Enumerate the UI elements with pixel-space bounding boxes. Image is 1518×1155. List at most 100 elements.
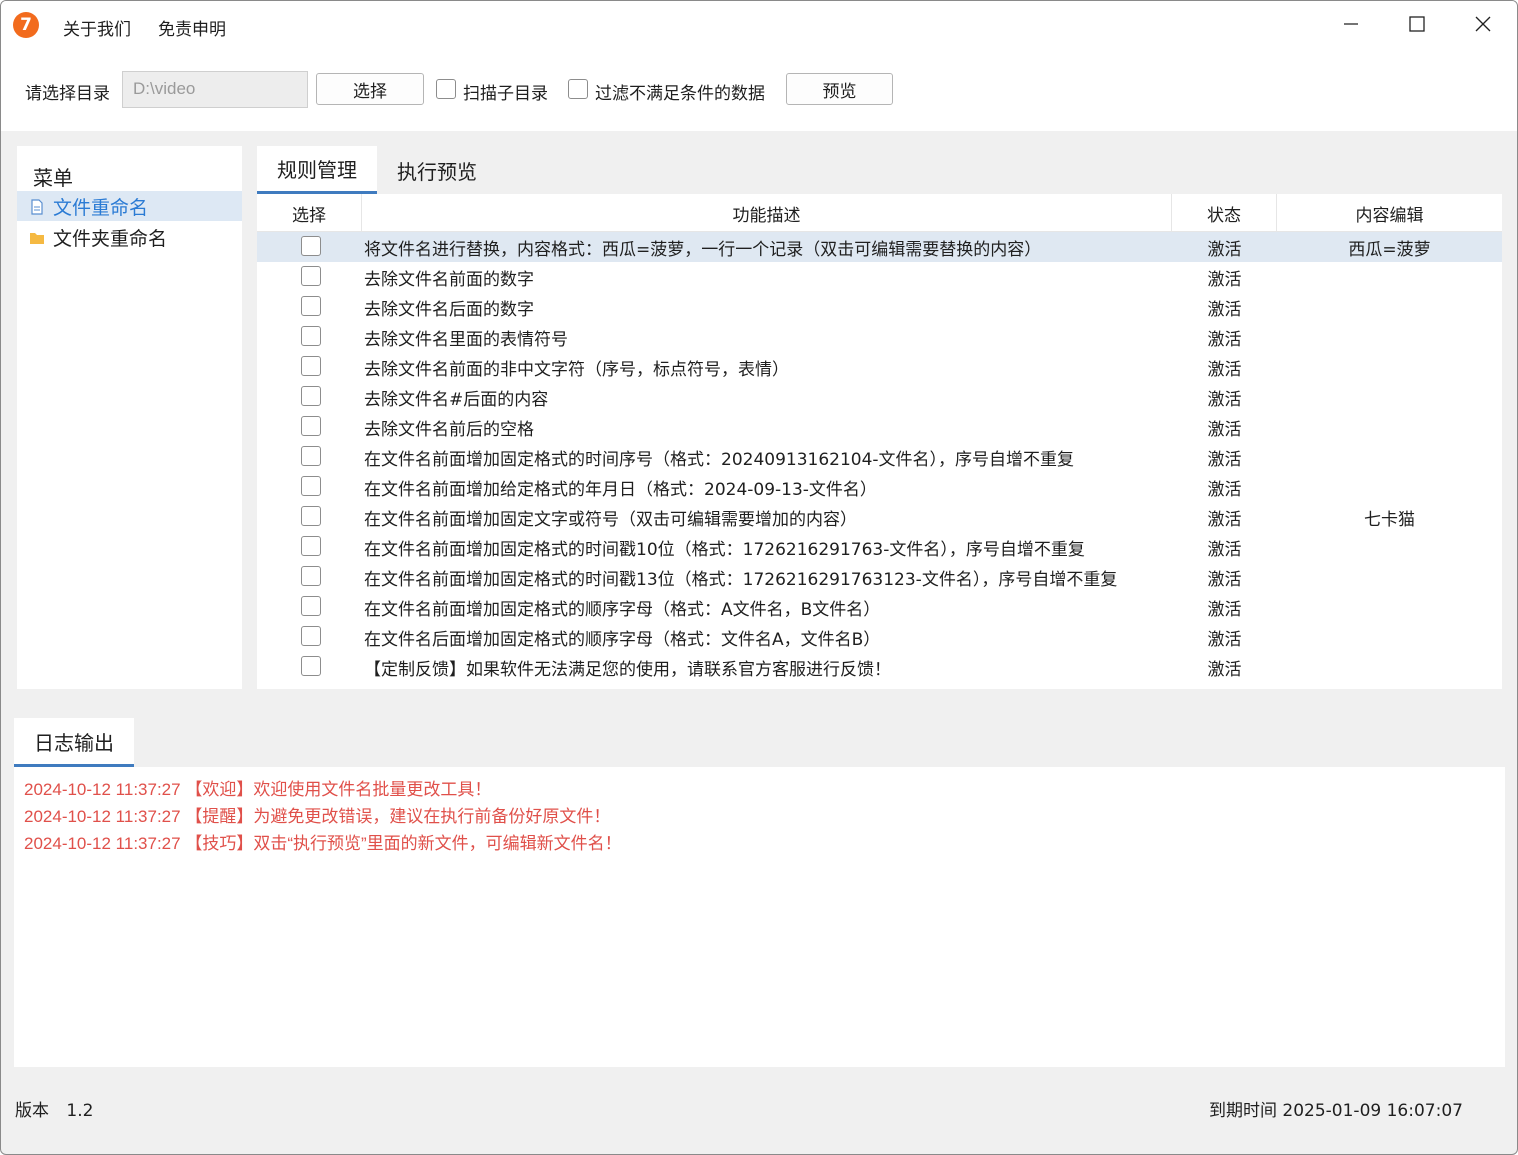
row-select-checkbox[interactable] [301,356,321,376]
row-description: 在文件名前面增加固定文字或符号（双击可编辑需要增加的内容） [364,509,857,530]
row-description: 在文件名前面增加固定格式的时间戳10位（格式：1726216291763-文件名… [364,539,1085,560]
sidebar-title: 菜单 [33,166,73,190]
title-bar: 7 关于我们 免责申明 [1,1,1517,49]
maximize-button[interactable] [1384,1,1450,47]
table-header: 选择 功能描述 状态 内容编辑 [257,194,1502,232]
menu-disclaimer[interactable]: 免责申明 [158,15,226,40]
row-content-edit[interactable] [1277,292,1502,322]
table-row[interactable]: 在文件名前面增加固定格式的时间序号（格式：20240913162104-文件名）… [257,442,1502,472]
tab-log-output[interactable]: 日志输出 [14,718,134,767]
row-select-checkbox[interactable] [301,566,321,586]
row-content-edit[interactable] [1277,352,1502,382]
table-row[interactable]: 在文件名前面增加给定格式的年月日（格式：2024-09-13-文件名） 激活 [257,472,1502,502]
row-status: 激活 [1207,359,1242,380]
row-select-checkbox[interactable] [301,236,321,256]
column-header-status: 状态 [1172,194,1277,232]
row-description: 去除文件名后面的数字 [364,299,534,320]
row-content-edit[interactable] [1277,652,1502,682]
row-content-edit[interactable] [1277,442,1502,472]
row-content-edit[interactable] [1277,262,1502,292]
log-output-area: 2024-10-12 11:37:27 【欢迎】欢迎使用文件名批量更改工具！ 2… [14,767,1505,1067]
column-header-content-edit: 内容编辑 [1355,205,1424,226]
row-content-edit[interactable] [1277,532,1502,562]
table-row[interactable]: 在文件名前面增加固定格式的时间戳13位（格式：1726216291763123-… [257,562,1502,592]
row-select-checkbox[interactable] [301,266,321,286]
version-value: 1.2 [66,1101,94,1121]
table-row[interactable]: 去除文件名里面的表情符号 激活 [257,322,1502,352]
row-status: 激活 [1207,479,1242,500]
row-description: 将文件名进行替换，内容格式：西瓜=菠萝，一行一个记录（双击可编辑需要替换的内容） [364,239,1042,260]
row-select-checkbox[interactable] [301,626,321,646]
table-row[interactable]: 【定制反馈】如果软件无法满足您的使用，请联系官方客服进行反馈！ 激活 [257,652,1502,682]
row-content-edit[interactable] [1277,472,1502,502]
tab-execution-preview[interactable]: 执行预览 [377,146,497,194]
row-select-checkbox[interactable] [301,446,321,466]
row-select-checkbox[interactable] [301,536,321,556]
scan-subdir-checkbox[interactable] [436,79,456,99]
table-row[interactable]: 去除文件名前后的空格 激活 [257,412,1502,442]
table-row[interactable]: 在文件名后面增加固定格式的顺序字母（格式：文件名A，文件名B） 激活 [257,622,1502,652]
row-status: 激活 [1207,629,1242,650]
row-status: 激活 [1207,269,1242,290]
row-content-edit[interactable] [1277,562,1502,592]
close-button[interactable] [1450,1,1516,47]
row-description: 【定制反馈】如果软件无法满足您的使用，请联系官方客服进行反馈！ [364,659,891,680]
log-line: 2024-10-12 11:37:27 【欢迎】欢迎使用文件名批量更改工具！ [24,780,492,799]
row-content-edit[interactable]: 西瓜=菠萝 [1277,232,1502,262]
preview-button[interactable]: 预览 [786,73,893,105]
column-header-description: 功能描述 [362,194,1172,232]
row-content-edit[interactable] [1277,622,1502,652]
row-select-checkbox[interactable] [301,416,321,436]
app-window: 7 关于我们 免责申明 请选择目录 D:\video 选择 扫描子目录 过滤不满… [0,0,1518,1155]
table-row[interactable]: 去除文件名前面的数字 激活 [257,262,1502,292]
row-select-checkbox[interactable] [301,476,321,496]
sidebar-item-label: 文件夹重命名 [53,227,168,250]
row-select-checkbox[interactable] [301,506,321,526]
row-content-edit[interactable] [1277,412,1502,442]
table-row[interactable]: 在文件名前面增加固定格式的时间戳10位（格式：1726216291763-文件名… [257,532,1502,562]
table-row[interactable]: 去除文件名前面的非中文字符（序号，标点符号，表情） 激活 [257,352,1502,382]
sidebar-item-label: 文件重命名 [53,196,149,219]
directory-input[interactable]: D:\video [122,71,308,108]
directory-label: 请选择目录 [25,84,110,104]
row-select-checkbox[interactable] [301,656,321,676]
row-description: 在文件名前面增加给定格式的年月日（格式：2024-09-13-文件名） [364,479,877,500]
menu-about-us[interactable]: 关于我们 [63,15,131,40]
rules-table: 选择 功能描述 状态 内容编辑 将文件名进行替换，内容格式：西瓜=菠萝，一行一个… [257,194,1502,689]
filter-checkbox[interactable] [568,79,588,99]
row-status: 激活 [1207,389,1242,410]
row-status: 激活 [1207,419,1242,440]
choose-directory-button[interactable]: 选择 [316,73,424,105]
row-select-checkbox[interactable] [301,596,321,616]
row-status: 激活 [1207,569,1242,590]
row-select-checkbox[interactable] [301,386,321,406]
row-content-edit[interactable] [1277,382,1502,412]
row-content-edit[interactable] [1277,592,1502,622]
row-status: 激活 [1207,239,1242,260]
row-status: 激活 [1207,599,1242,620]
table-row[interactable]: 将文件名进行替换，内容格式：西瓜=菠萝，一行一个记录（双击可编辑需要替换的内容）… [257,232,1502,262]
tab-rule-management[interactable]: 规则管理 [257,146,377,194]
row-select-checkbox[interactable] [301,296,321,316]
row-description: 去除文件名前后的空格 [364,419,534,440]
version-info: 版本 1.2 [15,1096,93,1121]
table-row[interactable]: 在文件名前面增加固定文字或符号（双击可编辑需要增加的内容） 激活 七卡猫 [257,502,1502,532]
app-logo-icon: 7 [13,12,39,38]
row-select-checkbox[interactable] [301,326,321,346]
row-status: 激活 [1207,299,1242,320]
table-row[interactable]: 去除文件名#后面的内容 激活 [257,382,1502,412]
expiry-time: 到期时间 2025-01-09 16:07:07 [1209,1101,1463,1121]
row-description: 在文件名前面增加固定格式的时间戳13位（格式：1726216291763123-… [364,569,1118,590]
column-header-select: 选择 [257,194,362,232]
row-status: 激活 [1207,329,1242,350]
sidebar-item-file-rename[interactable]: 文件重命名 [17,191,242,221]
row-status: 激活 [1207,449,1242,470]
log-line: 2024-10-12 11:37:27 【提醒】为避免更改错误，建议在执行前备份… [24,807,611,826]
sidebar-item-folder-rename[interactable]: 文件夹重命名 [17,222,242,252]
table-row[interactable]: 去除文件名后面的数字 激活 [257,292,1502,322]
minimize-button[interactable] [1318,1,1384,47]
toolbar: 请选择目录 D:\video 选择 扫描子目录 过滤不满足条件的数据 预览 [1,49,1517,131]
row-content-edit[interactable]: 七卡猫 [1277,502,1502,532]
table-row[interactable]: 在文件名前面增加固定格式的顺序字母（格式：A文件名，B文件名） 激活 [257,592,1502,622]
row-content-edit[interactable] [1277,322,1502,352]
